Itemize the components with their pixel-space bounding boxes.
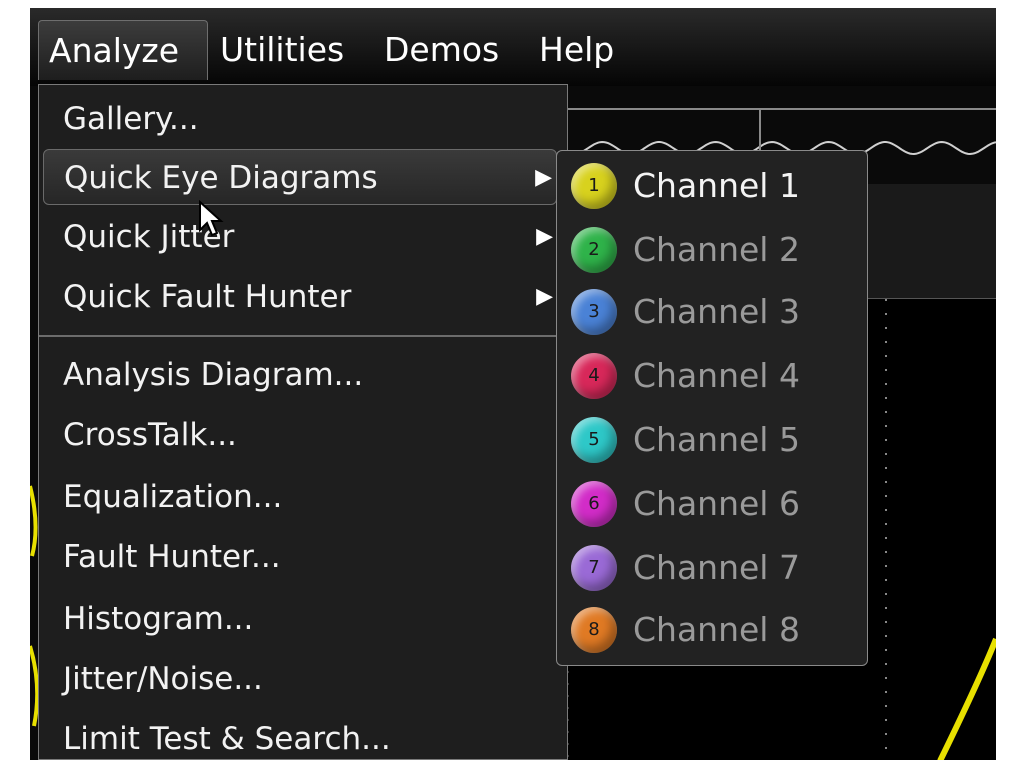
menu-utilities[interactable]: Utilities <box>210 20 354 80</box>
chevron-right-icon: ▶ <box>536 224 553 249</box>
analyze-dropdown: Gallery... Quick Eye Diagrams ▶ Quick Ji… <box>38 84 568 760</box>
mouse-pointer-icon <box>199 200 224 237</box>
channel-7-icon: 7 <box>571 545 617 591</box>
channel-2-icon: 2 <box>571 227 617 273</box>
channel-4-icon: 4 <box>571 353 617 399</box>
menu-item-histogram[interactable]: Histogram... <box>43 591 557 647</box>
menu-item-jitter-noise[interactable]: Jitter/Noise... <box>43 651 557 707</box>
menu-item-gallery[interactable]: Gallery... <box>43 91 557 147</box>
submenu-item-channel-2[interactable]: 2 Channel 2 <box>567 219 857 277</box>
channel-label: Channel 8 <box>633 610 800 649</box>
menu-bar: Analyze Utilities Demos Help <box>30 8 996 86</box>
quick-eye-diagrams-submenu: 1 Channel 1 2 Channel 2 3 Channel 3 4 Ch… <box>556 150 868 666</box>
channel-label: Channel 5 <box>633 420 800 459</box>
menu-item-fault-hunter[interactable]: Fault Hunter... <box>43 529 557 585</box>
submenu-item-channel-4[interactable]: 4 Channel 4 <box>567 345 857 403</box>
channel-label: Channel 3 <box>633 292 800 331</box>
menu-help[interactable]: Help <box>529 20 624 80</box>
menu-item-equalization[interactable]: Equalization... <box>43 469 557 525</box>
submenu-item-channel-1[interactable]: 1 Channel 1 <box>567 155 857 213</box>
channel-label: Channel 2 <box>633 230 800 269</box>
submenu-item-channel-8[interactable]: 8 Channel 8 <box>567 599 857 657</box>
menu-item-analysis-diagram[interactable]: Analysis Diagram... <box>43 347 557 403</box>
channel-6-icon: 6 <box>571 481 617 527</box>
submenu-item-channel-6[interactable]: 6 Channel 6 <box>567 473 857 531</box>
chevron-right-icon: ▶ <box>535 165 552 190</box>
menu-demos[interactable]: Demos <box>374 20 509 80</box>
menu-analyze[interactable]: Analyze <box>38 20 208 80</box>
menu-item-limit-test-search[interactable]: Limit Test & Search... <box>43 711 557 760</box>
menu-item-quick-eye-diagrams[interactable]: Quick Eye Diagrams ▶ <box>43 149 557 205</box>
channel-5-icon: 5 <box>571 417 617 463</box>
channel-label: Channel 1 <box>633 166 800 205</box>
menu-item-quick-fault-hunter[interactable]: Quick Fault Hunter ▶ <box>43 269 557 325</box>
menu-item-quick-jitter[interactable]: Quick Jitter ▶ <box>43 209 557 265</box>
channel-label: Channel 6 <box>633 484 800 523</box>
menu-item-crosstalk[interactable]: CrossTalk... <box>43 407 557 463</box>
submenu-item-channel-7[interactable]: 7 Channel 7 <box>567 537 857 595</box>
channel-label: Channel 7 <box>633 548 800 587</box>
channel-8-icon: 8 <box>571 607 617 653</box>
menu-item-label: Quick Eye Diagrams <box>64 160 378 196</box>
submenu-item-channel-5[interactable]: 5 Channel 5 <box>567 409 857 467</box>
eye-trace <box>937 637 996 760</box>
channel-1-icon: 1 <box>571 163 617 209</box>
menu-item-label: Quick Fault Hunter <box>63 279 352 315</box>
channel-label: Channel 4 <box>633 356 800 395</box>
submenu-item-channel-3[interactable]: 3 Channel 3 <box>567 281 857 339</box>
chevron-right-icon: ▶ <box>536 284 553 309</box>
channel-3-icon: 3 <box>571 289 617 335</box>
scope-screen: Analyze Utilities Demos Help Gallery... … <box>30 8 996 760</box>
menu-separator <box>39 335 567 337</box>
